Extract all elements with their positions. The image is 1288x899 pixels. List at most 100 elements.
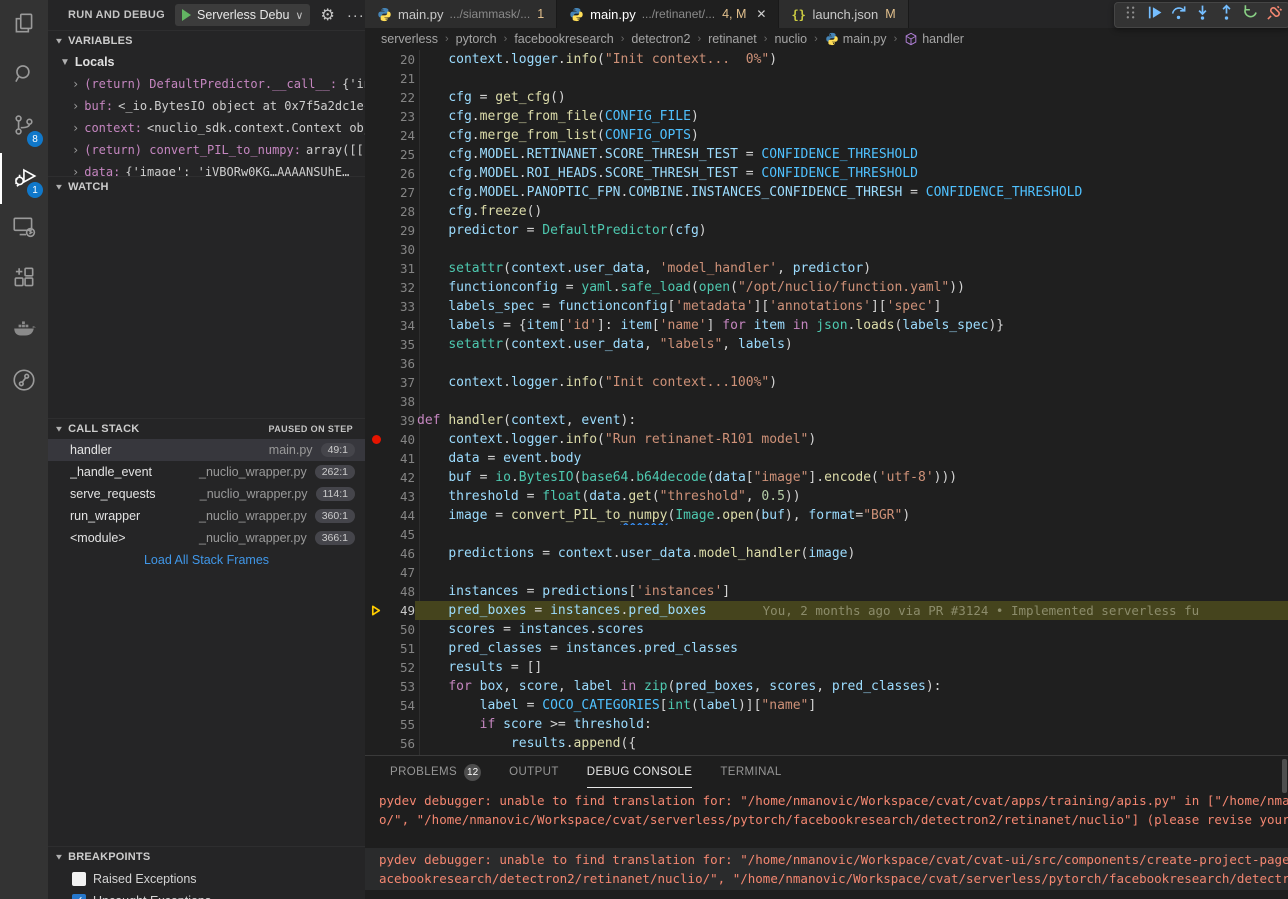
code-line-51[interactable]: 51 pred_classes = instances.pred_classes bbox=[365, 639, 1288, 658]
gutter[interactable] bbox=[365, 468, 387, 487]
code-line-44[interactable]: 44 image = convert_PIL_to_numpy(Image.op… bbox=[365, 506, 1288, 525]
gutter[interactable] bbox=[365, 506, 387, 525]
step-over-button[interactable] bbox=[1166, 3, 1190, 27]
gutter[interactable] bbox=[365, 620, 387, 639]
restart-button[interactable] bbox=[1238, 3, 1262, 27]
breadcrumb-item[interactable]: handler bbox=[904, 32, 964, 46]
gutter[interactable] bbox=[365, 145, 387, 164]
code-line-30[interactable]: 30 bbox=[365, 240, 1288, 259]
checkbox[interactable]: ✓ bbox=[72, 894, 86, 899]
gutter[interactable] bbox=[365, 278, 387, 297]
code-line-21[interactable]: 21 bbox=[365, 69, 1288, 88]
breadcrumb-item[interactable]: serverless bbox=[381, 32, 438, 46]
variable-row[interactable]: ›context:<nuclio_sdk.context.Context obj… bbox=[48, 117, 365, 139]
code-line-42[interactable]: 42 buf = io.BytesIO(base64.b64decode(dat… bbox=[365, 468, 1288, 487]
code-line-27[interactable]: 27 cfg.MODEL.PANOPTIC_FPN.COMBINE.INSTAN… bbox=[365, 183, 1288, 202]
breakpoints-section-header[interactable]: ▼ BREAKPOINTS bbox=[48, 846, 365, 867]
code-line-28[interactable]: 28 cfg.freeze() bbox=[365, 202, 1288, 221]
gutter[interactable] bbox=[365, 392, 387, 411]
gutter[interactable] bbox=[365, 563, 387, 582]
activity-item-remote-explorer[interactable] bbox=[0, 204, 48, 255]
code-line-34[interactable]: 34 labels = {item['id']: item['name'] fo… bbox=[365, 316, 1288, 335]
code-line-53[interactable]: 53 for box, score, label in zip(pred_box… bbox=[365, 677, 1288, 696]
start-debug-icon[interactable] bbox=[182, 9, 191, 21]
code-line-32[interactable]: 32 functionconfig = yaml.safe_load(open(… bbox=[365, 278, 1288, 297]
gutter[interactable] bbox=[365, 50, 387, 69]
code-line-41[interactable]: 41 data = event.body bbox=[365, 449, 1288, 468]
call-stack-frame[interactable]: handlermain.py49:1 bbox=[48, 439, 365, 461]
gutter[interactable] bbox=[365, 88, 387, 107]
gutter[interactable] bbox=[365, 107, 387, 126]
code-line-20[interactable]: 20 context.logger.info("Init context... … bbox=[365, 50, 1288, 69]
code-line-23[interactable]: 23 cfg.merge_from_file(CONFIG_FILE) bbox=[365, 107, 1288, 126]
code-line-47[interactable]: 47 bbox=[365, 563, 1288, 582]
panel-tab-problems[interactable]: PROBLEMS12 bbox=[390, 756, 481, 788]
code-line-55[interactable]: 55 if score >= threshold: bbox=[365, 715, 1288, 734]
panel-tab-debug-console[interactable]: DEBUG CONSOLE bbox=[587, 756, 693, 788]
panel-scrollbar[interactable] bbox=[1282, 759, 1287, 793]
editor-tab-main.py[interactable]: main.py.../retinanet/...4, M✕ bbox=[557, 0, 779, 28]
code-line-36[interactable]: 36 bbox=[365, 354, 1288, 373]
code-line-25[interactable]: 25 cfg.MODEL.RETINANET.SCORE_THRESH_TEST… bbox=[365, 145, 1288, 164]
current-line-arrow-icon[interactable] bbox=[365, 601, 387, 620]
code-line-48[interactable]: 48 instances = predictions['instances'] bbox=[365, 582, 1288, 601]
gutter[interactable] bbox=[365, 373, 387, 392]
gutter[interactable] bbox=[365, 316, 387, 335]
gutter[interactable] bbox=[365, 411, 387, 430]
gutter[interactable] bbox=[365, 677, 387, 696]
gutter[interactable] bbox=[365, 449, 387, 468]
continue-button[interactable] bbox=[1142, 3, 1166, 27]
activity-item-git-graph[interactable] bbox=[0, 357, 48, 408]
code-line-40[interactable]: 40 context.logger.info("Run retinanet-R1… bbox=[365, 430, 1288, 449]
watch-section-header[interactable]: ▼ WATCH bbox=[48, 176, 365, 197]
activity-item-run-and-debug[interactable]: 1 bbox=[0, 153, 48, 204]
toolbar-drag-handle[interactable] bbox=[1118, 3, 1142, 27]
gutter[interactable] bbox=[365, 734, 387, 753]
code-line-49[interactable]: 49 pred_boxes = instances.pred_boxesYou,… bbox=[365, 601, 1288, 620]
gutter[interactable] bbox=[365, 582, 387, 601]
activity-item-extensions[interactable] bbox=[0, 255, 48, 306]
gutter[interactable] bbox=[365, 658, 387, 677]
breadcrumb-item[interactable]: main.py bbox=[825, 32, 887, 46]
code-line-56[interactable]: 56 results.append({ bbox=[365, 734, 1288, 753]
breadcrumb-item[interactable]: detectron2 bbox=[631, 32, 690, 46]
checkbox[interactable] bbox=[72, 872, 86, 886]
editor-tab-launch.json[interactable]: {}launch.jsonM bbox=[779, 0, 908, 28]
code-line-52[interactable]: 52 results = [] bbox=[365, 658, 1288, 677]
panel-tab-terminal[interactable]: TERMINAL bbox=[720, 756, 781, 788]
code-line-46[interactable]: 46 predictions = context.user_data.model… bbox=[365, 544, 1288, 563]
gutter[interactable] bbox=[365, 69, 387, 88]
breakpoint-row[interactable]: Raised Exceptions bbox=[48, 868, 365, 890]
code-line-29[interactable]: 29 predictor = DefaultPredictor(cfg) bbox=[365, 221, 1288, 240]
variable-row[interactable]: ›data:{'image': 'iVBORw0KG…AAAANSUhE… bbox=[48, 161, 365, 176]
gutter[interactable] bbox=[365, 487, 387, 506]
disconnect-button[interactable] bbox=[1262, 3, 1286, 27]
breadcrumb-item[interactable]: pytorch bbox=[456, 32, 497, 46]
activity-item-search[interactable] bbox=[0, 51, 48, 102]
breadcrumb-item[interactable]: facebookresearch bbox=[514, 32, 613, 46]
variables-section-header[interactable]: ▼ VARIABLES bbox=[48, 30, 365, 51]
activity-item-explorer[interactable] bbox=[0, 0, 48, 51]
code-line-54[interactable]: 54 label = COCO_CATEGORIES[int(label)]["… bbox=[365, 696, 1288, 715]
activity-item-source-control[interactable]: 8 bbox=[0, 102, 48, 153]
variable-row[interactable]: ›(return) convert_PIL_to_numpy:array([[[… bbox=[48, 139, 365, 161]
gutter[interactable] bbox=[365, 240, 387, 259]
breadcrumb-item[interactable]: retinanet bbox=[708, 32, 757, 46]
gutter[interactable] bbox=[365, 354, 387, 373]
gutter[interactable] bbox=[365, 639, 387, 658]
more-actions-icon[interactable]: ··· bbox=[347, 7, 365, 24]
code-line-50[interactable]: 50 scores = instances.scores bbox=[365, 620, 1288, 639]
code-editor[interactable]: 20 context.logger.info("Init context... … bbox=[365, 50, 1288, 755]
editor-tab-main.py[interactable]: main.py.../siammask/...1 bbox=[365, 0, 557, 28]
gutter[interactable] bbox=[365, 183, 387, 202]
gutter[interactable] bbox=[365, 544, 387, 563]
gutter[interactable] bbox=[365, 297, 387, 316]
call-stack-section-header[interactable]: ▼ CALL STACK PAUSED ON STEP bbox=[48, 418, 365, 439]
gear-icon[interactable]: ⚙ bbox=[320, 5, 334, 25]
activity-item-docker[interactable] bbox=[0, 306, 48, 357]
breakpoint-row[interactable]: ✓Uncaught Exceptions bbox=[48, 890, 365, 899]
gutter[interactable] bbox=[365, 335, 387, 354]
breadcrumb-item[interactable]: nuclio bbox=[774, 32, 807, 46]
code-line-39[interactable]: 39def handler(context, event): bbox=[365, 411, 1288, 430]
gutter[interactable] bbox=[365, 715, 387, 734]
